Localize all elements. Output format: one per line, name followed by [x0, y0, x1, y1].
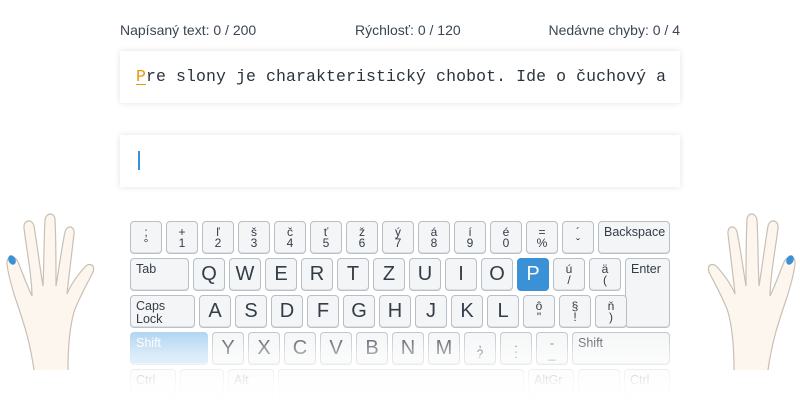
typing-input-panel[interactable] [120, 135, 680, 187]
key-y[interactable]: Y [212, 332, 244, 365]
key-semicolon[interactable]: ; ° [130, 221, 162, 254]
key-right-shift[interactable]: Shift [572, 332, 670, 365]
key-b[interactable]: B [356, 332, 388, 365]
key-p-highlighted[interactable]: P [517, 258, 549, 291]
typed-text-stat: Napísaný text: 0 / 200 [120, 22, 257, 38]
key-acute[interactable]: ´ ˇ [562, 221, 594, 254]
key-a[interactable]: A [199, 295, 231, 328]
recent-errors-stat: Nedávne chyby: 0 / 4 [548, 22, 680, 38]
key-7[interactable]: ý7 [382, 221, 414, 254]
key-t[interactable]: T [337, 258, 369, 291]
key-section[interactable]: §! [559, 295, 591, 328]
key-altgr[interactable]: AltGr [528, 369, 574, 399]
key-u-acute[interactable]: ú / [553, 258, 585, 291]
key-right-win[interactable] [578, 369, 620, 399]
key-left-shift[interactable]: Shift [130, 332, 208, 365]
key-0[interactable]: é0 [490, 221, 522, 254]
key-n-caron[interactable]: ň) [595, 295, 627, 328]
key-u[interactable]: U [409, 258, 441, 291]
key-minus[interactable]: - _ [536, 332, 568, 365]
key-comma[interactable]: ,? [464, 332, 496, 365]
key-h[interactable]: H [379, 295, 411, 328]
key-n[interactable]: N [392, 332, 424, 365]
right-hand-illustration [707, 213, 796, 371]
key-8[interactable]: á8 [418, 221, 450, 254]
key-g[interactable]: G [343, 295, 375, 328]
key-r[interactable]: R [301, 258, 333, 291]
key-l[interactable]: L [487, 295, 519, 328]
key-alt[interactable]: Alt [228, 369, 274, 399]
key-m[interactable]: M [428, 332, 460, 365]
key-q[interactable]: Q [193, 258, 225, 291]
key-c[interactable]: C [284, 332, 316, 365]
left-hand-illustration [6, 213, 95, 371]
key-right-ctrl[interactable]: Ctrl [624, 369, 670, 399]
key-period[interactable]: .: [500, 332, 532, 365]
key-s[interactable]: S [235, 295, 267, 328]
key-3[interactable]: š3 [238, 221, 270, 254]
key-o[interactable]: O [481, 258, 513, 291]
lesson-text-panel: Pre slony je charakteristický chobot. Id… [120, 51, 680, 103]
virtual-keyboard: ; ° +1 ľ2 š3 č4 ť5 ž6 ý7 á8 í9 é0 =% ´ ˇ B… [128, 219, 672, 402]
key-left-ctrl[interactable]: Ctrl [130, 369, 176, 399]
key-e[interactable]: E [265, 258, 297, 291]
key-i[interactable]: I [445, 258, 477, 291]
key-enter[interactable]: Enter [625, 258, 670, 328]
key-equals[interactable]: =% [526, 221, 558, 254]
key-j[interactable]: J [415, 295, 447, 328]
text-caret [138, 151, 140, 170]
key-o-circumflex[interactable]: ô " [523, 295, 555, 328]
key-left-win[interactable] [180, 369, 224, 399]
key-tab[interactable]: Tab [130, 258, 189, 291]
key-z[interactable]: Z [373, 258, 405, 291]
key-1[interactable]: +1 [166, 221, 198, 254]
key-d[interactable]: D [271, 295, 303, 328]
key-w[interactable]: W [229, 258, 261, 291]
key-caps-lock[interactable]: Caps Lock [130, 295, 195, 328]
key-2[interactable]: ľ2 [202, 221, 234, 254]
key-9[interactable]: í9 [454, 221, 486, 254]
lesson-text: Pre slony je charakteristický chobot. Id… [136, 67, 666, 86]
key-k[interactable]: K [451, 295, 483, 328]
key-a-umlaut[interactable]: ä( [589, 258, 621, 291]
speed-stat: Rýchlosť: 0 / 120 [355, 22, 461, 38]
key-v[interactable]: V [320, 332, 352, 365]
remaining-text: re slony je charakteristický chobot. Ide… [146, 67, 667, 86]
key-space[interactable] [278, 369, 524, 399]
stats-bar: Napísaný text: 0 / 200 Rýchlosť: 0 / 120… [120, 22, 680, 40]
key-x[interactable]: X [248, 332, 280, 365]
key-backspace[interactable]: Backspace [598, 221, 670, 254]
key-f[interactable]: F [307, 295, 339, 328]
key-6[interactable]: ž6 [346, 221, 378, 254]
key-4[interactable]: č4 [274, 221, 306, 254]
key-5[interactable]: ť5 [310, 221, 342, 254]
current-character: P [136, 67, 147, 86]
